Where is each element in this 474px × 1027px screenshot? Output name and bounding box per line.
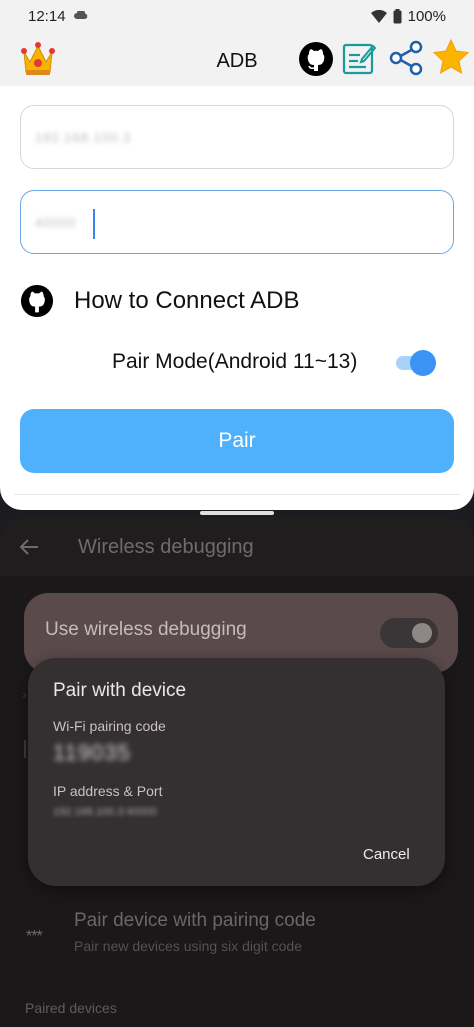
how-to-connect-label: How to Connect ADB <box>74 287 300 314</box>
pair-mode-label: Pair Mode(Android 11~13) <box>112 350 358 373</box>
port-input[interactable]: 40000 <box>20 190 454 254</box>
toggle-thumb <box>412 623 432 643</box>
github-icon <box>20 284 54 318</box>
pair-with-code-subtitle: Pair new devices using six digit code <box>74 938 303 954</box>
adb-app-panel: 12:14 100% ADB 192.168.100.3 40000 How t… <box>0 0 474 510</box>
ip-input-value: 192.168.100.3 <box>35 130 132 145</box>
cancel-button[interactable]: Cancel <box>363 846 410 863</box>
github-icon[interactable] <box>298 41 334 77</box>
star-icon[interactable] <box>432 38 470 76</box>
dialog-title: Pair with device <box>53 680 187 701</box>
text-cursor <box>93 209 95 239</box>
pair-with-device-dialog: Pair with device Wi-Fi pairing code 1190… <box>28 658 445 886</box>
pair-button[interactable]: Pair <box>20 409 454 473</box>
note-edit-icon[interactable] <box>342 41 376 75</box>
divider <box>14 494 460 495</box>
share-icon[interactable] <box>388 40 424 76</box>
how-to-connect-link[interactable]: How to Connect ADB <box>20 284 299 318</box>
app-bar: ADB <box>0 32 474 86</box>
ip-port-label: IP address & Port <box>53 783 163 799</box>
pairing-code-value: 119035 <box>53 740 131 765</box>
pairing-code-label: Wi-Fi pairing code <box>53 718 166 734</box>
ip-port-value: 192.168.100.3:40000 <box>53 806 157 818</box>
settings-header: Wireless debugging <box>0 518 474 576</box>
settings-title: Wireless debugging <box>78 536 254 558</box>
port-input-value: 40000 <box>35 215 77 230</box>
toggle-thumb <box>410 350 436 376</box>
split-screen-handle[interactable] <box>200 511 274 515</box>
dots-icon: *** <box>26 928 43 945</box>
obscured-chevron-icon: › <box>22 686 27 702</box>
wifi-icon <box>370 10 387 23</box>
battery-percent: 100% <box>407 8 446 25</box>
cloud-icon <box>74 11 88 19</box>
ip-input[interactable]: 192.168.100.3 <box>20 105 454 169</box>
status-right: 100% <box>370 8 446 25</box>
use-wireless-debugging-toggle[interactable] <box>380 618 438 648</box>
pair-with-code-title[interactable]: Pair device with pairing code <box>74 910 316 932</box>
status-time: 12:14 <box>28 8 66 25</box>
obscured-row-marker <box>24 740 26 758</box>
back-arrow-icon[interactable] <box>18 536 40 558</box>
status-bar: 12:14 100% <box>0 0 474 32</box>
pair-mode-toggle[interactable] <box>394 348 438 378</box>
battery-icon <box>393 9 402 24</box>
paired-devices-header: Paired devices <box>25 1000 117 1016</box>
use-wireless-debugging-label: Use wireless debugging <box>45 619 247 640</box>
